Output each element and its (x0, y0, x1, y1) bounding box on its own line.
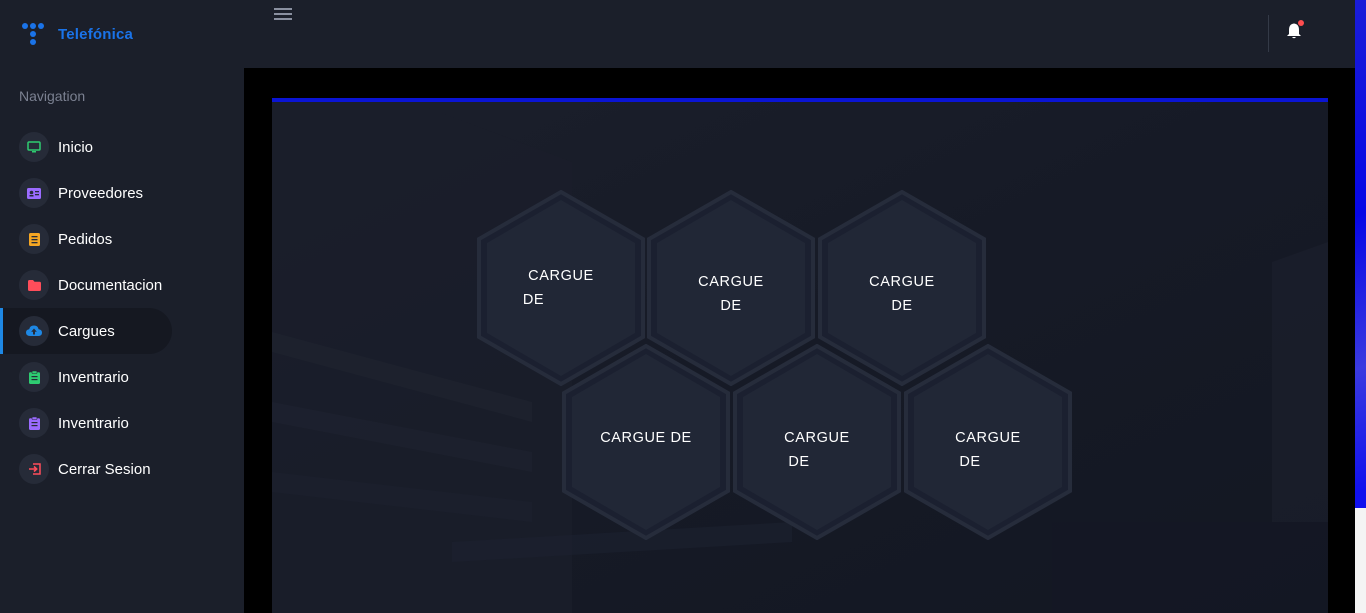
sidebar-item-pedidos[interactable]: Pedidos (0, 216, 244, 262)
sidebar-item-label: Inicio (58, 138, 94, 156)
sidebar-item-label: Inventrario (58, 368, 129, 386)
cargue-tile-line1: CARGUE (955, 430, 1021, 446)
cargues-panel: CARGUE DE CARGUE DE CARGUE DE CARGUE DE (272, 98, 1328, 613)
sidebar-item-inventrario-2[interactable]: Inventrario (0, 400, 244, 446)
cargue-tile-line1: CARGUE (784, 430, 850, 446)
cargue-tile-label: CARGUE DE (561, 344, 731, 540)
sidebar: Telefónica Navigation Inicio Proveedores… (0, 0, 244, 613)
clipboard-icon (19, 408, 49, 438)
cargue-tile-line2: DE (720, 298, 742, 314)
nav-menu: Inicio Proveedores Pedidos Documentacion… (0, 124, 244, 492)
page-scrollbar[interactable] (1355, 0, 1366, 613)
cloud-upload-icon (19, 316, 49, 346)
sidebar-item-label: Inventrario (58, 414, 129, 432)
bell-icon[interactable] (1285, 20, 1304, 40)
cargue-tile-line2: DE (891, 298, 913, 314)
id-card-icon (19, 178, 49, 208)
main-content: CARGUE DE CARGUE DE CARGUE DE CARGUE DE (244, 68, 1355, 613)
cargue-tile-label: CARGUE DE (903, 344, 1073, 540)
sidebar-item-label: Documentacion (58, 276, 163, 294)
sidebar-item-label: Pedidos (58, 230, 113, 248)
hamburger-icon[interactable] (274, 8, 292, 20)
cargue-tile-line1: CARGUE (698, 274, 764, 290)
cargue-tile-line2: DE (788, 454, 810, 470)
cargue-tile-6[interactable]: CARGUE DE (903, 344, 1073, 540)
cargue-tile-line2: DE (959, 454, 981, 470)
topbar (244, 0, 1355, 68)
cargue-tile-line1: CARGUE (869, 274, 935, 290)
brand-name: Telefónica (58, 25, 134, 43)
cargue-tile-line1: CARGUE (528, 268, 594, 284)
sidebar-item-label: Proveedores (58, 184, 144, 202)
sidebar-item-inicio[interactable]: Inicio (0, 124, 244, 170)
cargue-tile-line2: DE (522, 292, 545, 308)
sidebar-item-label: Cargues (58, 322, 115, 340)
topbar-divider (1268, 15, 1269, 52)
sidebar-item-cerrar-sesion[interactable]: Cerrar Sesion (0, 446, 244, 492)
notification-dot (1298, 20, 1304, 26)
cargue-tile-4[interactable]: CARGUE DE (561, 344, 731, 540)
scrollbar-thumb[interactable] (1355, 508, 1366, 613)
telefonica-logo-icon (22, 22, 52, 46)
nav-heading: Navigation (19, 88, 86, 104)
folder-icon (19, 270, 49, 300)
sidebar-item-proveedores[interactable]: Proveedores (0, 170, 244, 216)
brand-logo[interactable]: Telefónica (22, 22, 133, 46)
monitor-icon (19, 132, 49, 162)
cargue-tile-label: CARGUE DE (732, 344, 902, 540)
cargue-tile-5[interactable]: CARGUE DE (732, 344, 902, 540)
notebook-icon (19, 224, 49, 254)
sidebar-item-cargues[interactable]: Cargues (0, 308, 172, 354)
sidebar-item-label: Cerrar Sesion (58, 460, 151, 478)
logout-icon (19, 454, 49, 484)
sidebar-item-inventrario[interactable]: Inventrario (0, 354, 244, 400)
sidebar-item-documentacion[interactable]: Documentacion (0, 262, 244, 308)
cargue-tile-line1: CARGUE DE (600, 430, 692, 446)
clipboard-icon (19, 362, 49, 392)
